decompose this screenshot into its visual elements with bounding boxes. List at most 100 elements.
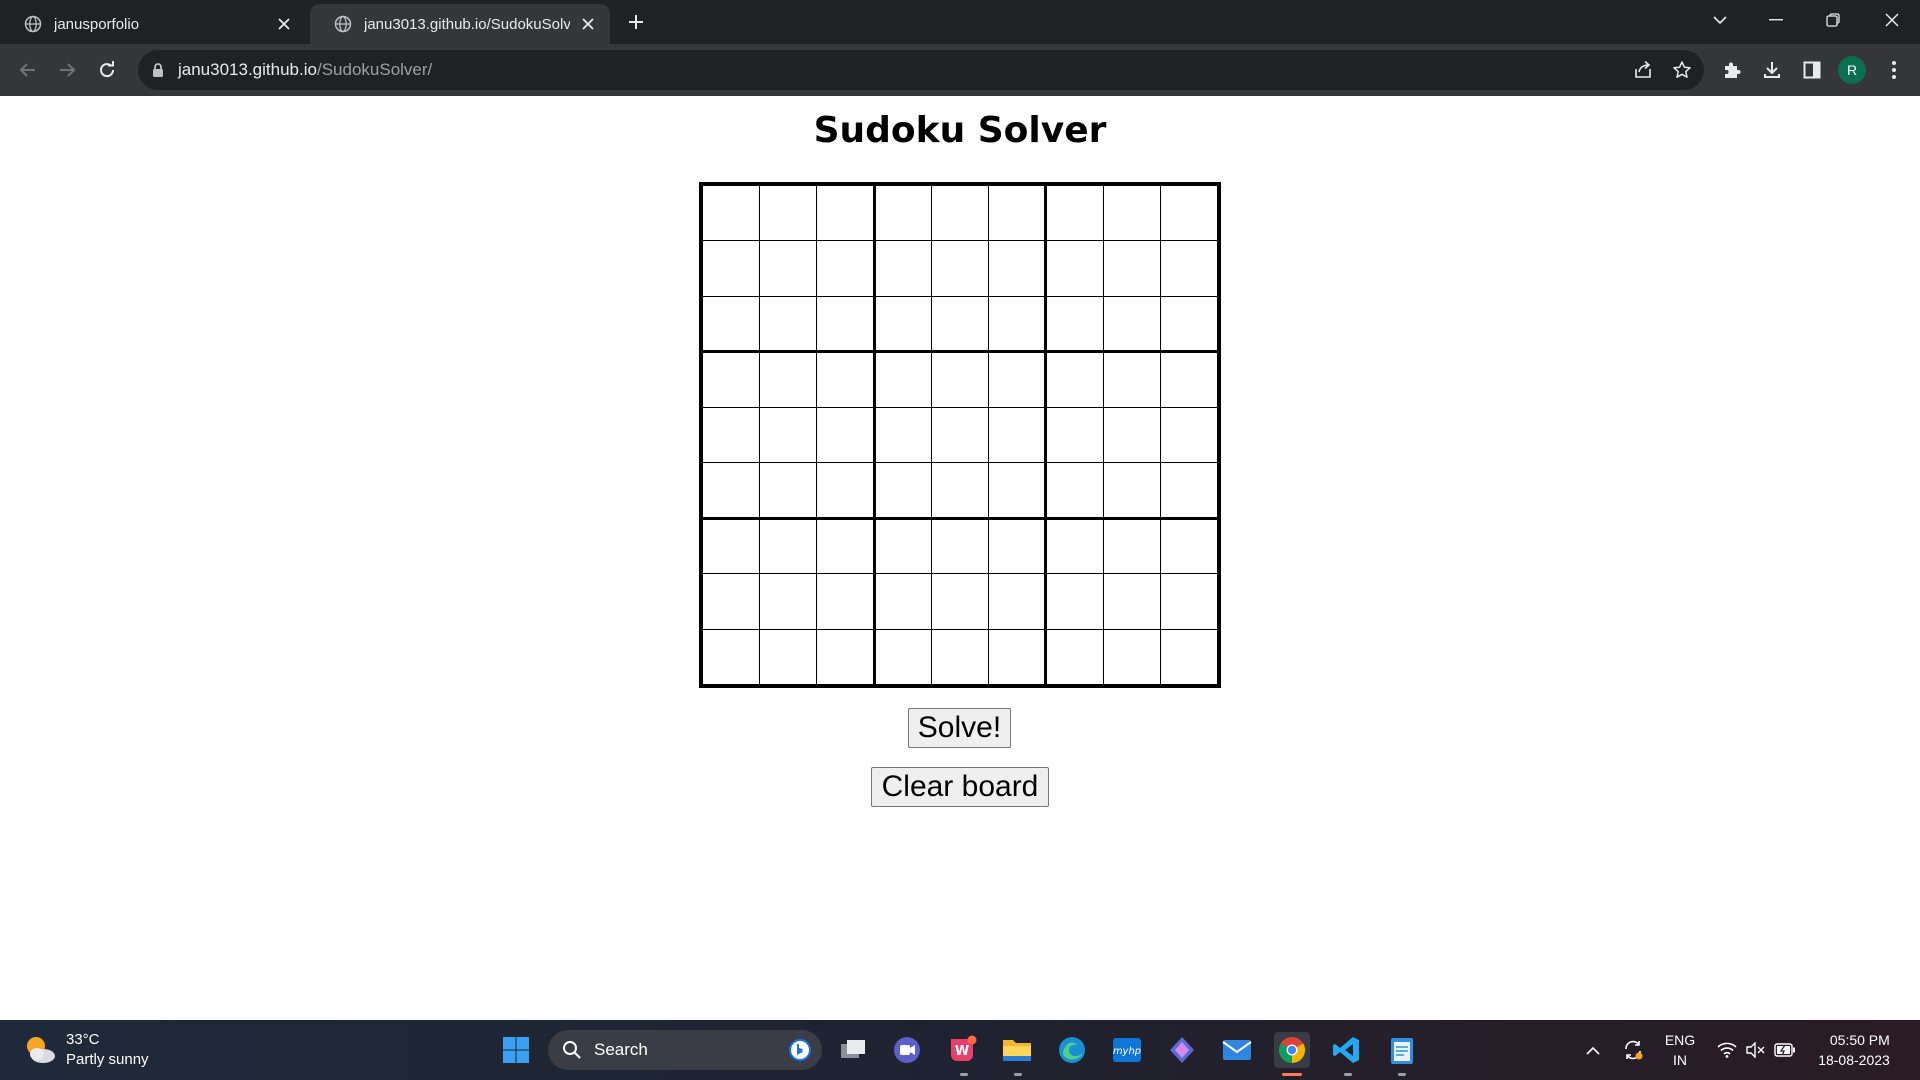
cell-input[interactable]	[1103, 629, 1160, 684]
cell-input[interactable]	[931, 407, 989, 463]
board-cell[interactable]	[759, 517, 818, 575]
cell-input[interactable]	[703, 241, 760, 296]
board-cell[interactable]	[701, 573, 761, 630]
board-cell[interactable]	[816, 184, 876, 242]
board-cell[interactable]	[873, 295, 932, 354]
board-cell[interactable]	[1159, 351, 1219, 408]
cell-input[interactable]	[703, 629, 760, 684]
cell-input[interactable]	[1103, 241, 1160, 296]
board-cell[interactable]	[988, 406, 1048, 464]
board-cell[interactable]	[759, 295, 818, 354]
board-cell[interactable]	[1045, 240, 1104, 297]
minimize-button[interactable]	[1748, 0, 1804, 40]
board-cell[interactable]	[759, 573, 818, 630]
board-cell[interactable]	[1159, 573, 1219, 630]
board-cell[interactable]	[1045, 462, 1104, 520]
board-cell[interactable]	[701, 462, 761, 520]
board-cell[interactable]	[1045, 517, 1104, 575]
cell-input[interactable]	[989, 574, 1045, 629]
cell-input[interactable]	[703, 407, 760, 463]
back-button[interactable]	[14, 56, 42, 84]
cell-input[interactable]	[1160, 241, 1217, 296]
cell-input[interactable]	[931, 186, 989, 241]
address-bar[interactable]: janu3013.github.io/SudokuSolver/	[138, 50, 1704, 90]
board-cell[interactable]	[988, 462, 1048, 520]
system-clock[interactable]: 05:50 PM 18-08-2023	[1808, 1020, 1900, 1080]
board-cell[interactable]	[930, 295, 990, 354]
board-cell[interactable]	[701, 517, 761, 575]
cell-input[interactable]	[1047, 296, 1103, 351]
close-window-button[interactable]	[1864, 0, 1920, 40]
cell-input[interactable]	[931, 574, 989, 629]
board-cell[interactable]	[816, 628, 876, 685]
cell-input[interactable]	[817, 629, 873, 684]
cell-input[interactable]	[875, 519, 931, 574]
weather-widget[interactable]: 33°C Partly sunny	[22, 1030, 149, 1070]
cell-input[interactable]	[1047, 463, 1103, 517]
board-cell[interactable]	[988, 628, 1048, 685]
board-cell[interactable]	[701, 351, 761, 408]
wps-office-app[interactable]: W	[944, 1032, 980, 1068]
board-cell[interactable]	[1159, 462, 1219, 520]
cell-input[interactable]	[1047, 186, 1103, 241]
volume-status[interactable]	[1742, 1020, 1768, 1080]
copilot-app[interactable]	[1164, 1032, 1200, 1068]
bing-icon[interactable]	[788, 1038, 812, 1062]
lock-icon[interactable]	[152, 62, 164, 78]
tab-janusporfolio[interactable]: janusporfolio	[0, 4, 306, 44]
board-cell[interactable]	[1159, 184, 1219, 242]
board-cell[interactable]	[1102, 351, 1161, 408]
cell-input[interactable]	[817, 296, 873, 351]
cell-input[interactable]	[1103, 296, 1160, 351]
board-cell[interactable]	[1159, 517, 1219, 575]
cell-input[interactable]	[703, 353, 760, 407]
profile-avatar[interactable]: R	[1838, 56, 1866, 84]
board-cell[interactable]	[1102, 573, 1161, 630]
board-cell[interactable]	[1159, 628, 1219, 685]
cell-input[interactable]	[1103, 519, 1160, 574]
cell-input[interactable]	[931, 519, 989, 574]
cell-input[interactable]	[931, 629, 989, 684]
cell-input[interactable]	[989, 519, 1045, 574]
board-cell[interactable]	[759, 351, 818, 408]
cell-input[interactable]	[1047, 574, 1103, 629]
board-cell[interactable]	[701, 295, 761, 354]
cell-input[interactable]	[875, 186, 931, 241]
board-cell[interactable]	[1102, 517, 1161, 575]
board-cell[interactable]	[759, 628, 818, 685]
cell-input[interactable]	[817, 186, 873, 241]
board-cell[interactable]	[930, 184, 990, 242]
side-panel-button[interactable]	[1798, 56, 1826, 84]
cell-input[interactable]	[703, 296, 760, 351]
cell-input[interactable]	[989, 629, 1045, 684]
battery-status[interactable]	[1772, 1020, 1798, 1080]
cell-input[interactable]	[760, 519, 817, 574]
bookmark-button[interactable]	[1670, 58, 1694, 82]
board-cell[interactable]	[701, 184, 761, 242]
cell-input[interactable]	[703, 519, 760, 574]
cell-input[interactable]	[1160, 296, 1217, 351]
mail-app[interactable]	[1219, 1032, 1255, 1068]
notepad-app[interactable]	[1384, 1032, 1420, 1068]
board-cell[interactable]	[1045, 295, 1104, 354]
board-cell[interactable]	[1102, 462, 1161, 520]
board-cell[interactable]	[988, 351, 1048, 408]
cell-input[interactable]	[703, 574, 760, 629]
cell-input[interactable]	[875, 574, 931, 629]
cell-input[interactable]	[931, 463, 989, 517]
cell-input[interactable]	[1047, 353, 1103, 407]
board-cell[interactable]	[816, 462, 876, 520]
board-cell[interactable]	[873, 240, 932, 297]
new-tab-button[interactable]	[622, 8, 650, 36]
board-cell[interactable]	[930, 406, 990, 464]
cell-input[interactable]	[989, 353, 1045, 407]
cell-input[interactable]	[989, 463, 1045, 517]
cell-input[interactable]	[1103, 407, 1160, 463]
board-cell[interactable]	[873, 184, 932, 242]
board-cell[interactable]	[816, 517, 876, 575]
board-cell[interactable]	[759, 184, 818, 242]
cell-input[interactable]	[1047, 519, 1103, 574]
windows-start-button[interactable]	[498, 1032, 534, 1068]
board-cell[interactable]	[1159, 240, 1219, 297]
board-cell[interactable]	[1159, 295, 1219, 354]
